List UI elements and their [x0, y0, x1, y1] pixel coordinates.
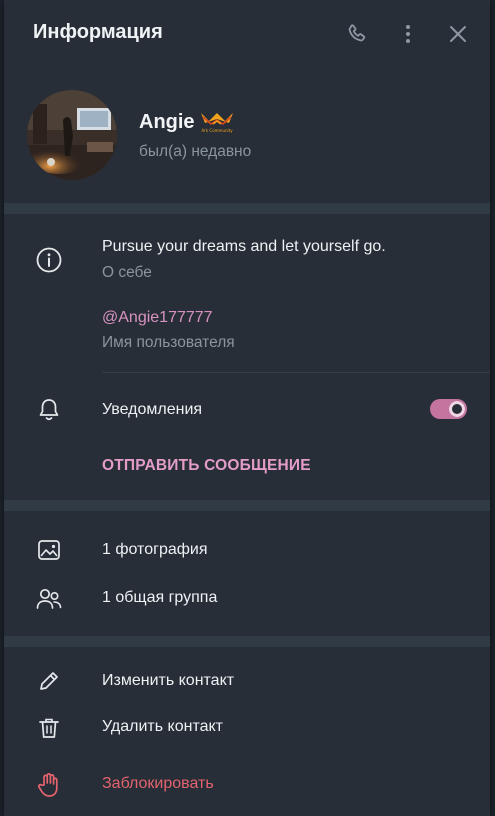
username-link[interactable]: @Angie177777	[102, 309, 213, 327]
toggle-knob	[449, 401, 465, 417]
trash-icon	[33, 712, 65, 744]
edit-contact-button[interactable]: Изменить контакт	[102, 672, 234, 690]
photo-icon	[33, 534, 65, 566]
notifications-toggle[interactable]	[430, 399, 467, 419]
section-divider	[4, 203, 490, 214]
users-icon	[33, 583, 65, 615]
contact-name: Angie	[139, 111, 195, 133]
info-icon	[33, 244, 65, 276]
avatar[interactable]	[27, 90, 117, 180]
panel-title: Информация	[33, 21, 163, 43]
notifications-label: Уведомления	[102, 401, 203, 418]
phone-icon[interactable]	[343, 20, 371, 48]
section-divider	[4, 636, 490, 647]
pencil-icon	[33, 665, 65, 697]
profile-section: Angie Ark Community был(а) недавно	[4, 80, 490, 200]
hand-stop-icon	[33, 769, 65, 801]
send-message-button[interactable]: ОТПРАВИТЬ СООБЩЕНИЕ	[102, 457, 311, 475]
svg-text:Ark Community: Ark Community	[201, 128, 233, 133]
panel-header: Информация	[4, 0, 490, 68]
photos-item[interactable]: 1 фотография	[102, 541, 208, 559]
background-right-edge	[490, 0, 495, 816]
row-separator	[102, 372, 490, 373]
common-groups-item[interactable]: 1 общая группа	[102, 589, 217, 607]
username-label: Имя пользователя	[102, 334, 235, 351]
bio-label: О себе	[102, 264, 152, 281]
user-info-panel: Информация Angie Ark Community был(а) не…	[4, 0, 490, 816]
close-icon[interactable]	[444, 20, 472, 48]
block-user-button[interactable]: Заблокировать	[102, 775, 214, 793]
community-badge-icon: Ark Community	[199, 109, 235, 135]
delete-contact-button[interactable]: Удалить контакт	[102, 718, 223, 736]
section-divider	[4, 500, 490, 511]
more-vertical-icon[interactable]	[394, 20, 422, 48]
bell-icon	[33, 394, 65, 426]
bio-text: Pursue your dreams and let yourself go.	[102, 238, 386, 255]
last-seen-status: был(а) недавно	[139, 143, 252, 160]
